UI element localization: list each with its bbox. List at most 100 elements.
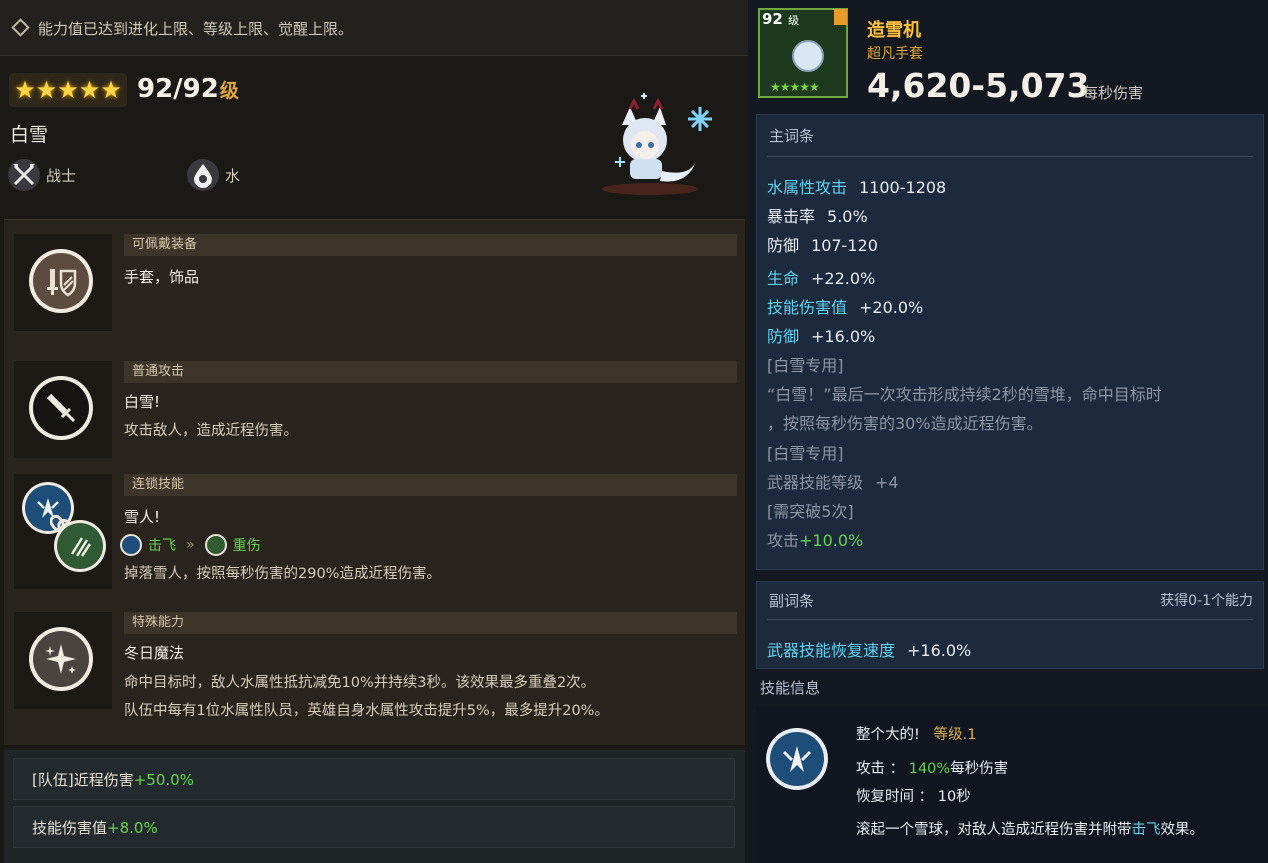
skill-attack-key: 攻击 ： bbox=[856, 761, 905, 777]
skill-attack-row: 攻击 ： 140%每秒伤害 bbox=[856, 757, 1008, 778]
stat-value: +20.0% bbox=[859, 298, 924, 317]
sub-options-header: 副词条 bbox=[769, 592, 815, 610]
water-drop-icon bbox=[187, 159, 219, 191]
exclusive-desc: “白雪！”最后一次攻击形成持续2秒的雪堆，命中目标时 bbox=[767, 385, 1162, 404]
stat-row: 水属性攻击 1100-1208 bbox=[767, 174, 946, 198]
sparkle-icon bbox=[29, 627, 93, 691]
hero-class: 战士 bbox=[8, 159, 76, 191]
hero-level-unit: 级 bbox=[219, 80, 239, 102]
sword-icon bbox=[29, 376, 93, 440]
team-bonus-row: [队伍]近程伤害+50.0% bbox=[13, 758, 735, 800]
exclusive-desc: ，按照每秒伤害的30%造成近程伤害。 bbox=[767, 414, 1043, 433]
item-damage-label: 每秒伤害 bbox=[1083, 84, 1144, 102]
stat-key: 生命 bbox=[767, 269, 800, 288]
stat-key: 武器技能等级 bbox=[767, 473, 864, 492]
stat-row: 技能伤害值 +20.0% bbox=[767, 294, 923, 318]
hero-class-label: 战士 bbox=[46, 166, 77, 185]
skill-desc-keyword: 击飞 bbox=[1131, 822, 1161, 838]
stat-key: 攻击 bbox=[767, 531, 800, 550]
item-stars: ★★★★★ bbox=[770, 80, 820, 94]
hero-level: 92/92级 bbox=[137, 74, 239, 104]
stat-row: 武器技能恢复速度 +16.0% bbox=[767, 637, 971, 661]
heavy-wound-icon bbox=[54, 520, 106, 572]
item-type: 超凡手套 bbox=[867, 46, 923, 62]
heavy-wound-tag-icon bbox=[204, 534, 227, 556]
team-bonus-value: +50.0% bbox=[133, 771, 194, 789]
skill-name-row: 整个大的! 等级.1 bbox=[856, 723, 976, 744]
equip-types: 手套，饰品 bbox=[124, 268, 200, 286]
skill-attack-pct: 140% bbox=[908, 761, 951, 777]
hero-element-label: 水 bbox=[225, 166, 241, 185]
item-level-unit: 级 bbox=[788, 14, 800, 27]
item-level-value: 92 bbox=[762, 10, 783, 28]
stat-key: 武器技能恢复速度 bbox=[767, 641, 896, 660]
chain-icon-box bbox=[14, 474, 112, 589]
hero-level-value: 92/92 bbox=[137, 74, 219, 104]
star-icons: ★★★★★ bbox=[14, 76, 122, 104]
exclusive-label: [白雪专用] bbox=[767, 356, 844, 375]
limit-break-requirement: [需突破5次] bbox=[767, 502, 854, 521]
skill-attack-unit: 每秒伤害 bbox=[950, 761, 1009, 777]
weapon-skill-icon bbox=[766, 728, 828, 790]
team-bonus-row: 技能伤害值+8.0% bbox=[13, 806, 735, 848]
equip-section: 可佩戴装备 手套，饰品 bbox=[14, 234, 737, 332]
normal-attack-header: 普通攻击 bbox=[124, 361, 737, 383]
skill-desc-text: 滚起一个雪球，对敌人造成近程伤害并附带 bbox=[856, 822, 1132, 838]
stat-value: +16.0% bbox=[907, 641, 972, 660]
stat-row: 暴击率 5.0% bbox=[767, 203, 868, 227]
main-options-header: 主词条 bbox=[769, 127, 815, 145]
glove-icon bbox=[792, 40, 824, 72]
launch-tag-label: 击飞 bbox=[148, 538, 176, 554]
special-ability-desc-2: 队伍中每有1位水属性队员，英雄自身水属性攻击提升5%，最多提升20%。 bbox=[124, 703, 609, 719]
hero-name: 白雪 bbox=[10, 124, 49, 146]
main-options-box: 主词条 水属性攻击 1100-1208 暴击率 5.0% 防御 107-120 生命 +… bbox=[756, 114, 1264, 570]
chain-skill-section: 连锁技能 雪人! 击飞 » 重伤 掉落雪人，按照每秒伤害的290%造成近程伤害。 bbox=[14, 474, 737, 589]
chain-skill-header: 连锁技能 bbox=[124, 474, 737, 496]
heavy-wound-tag-label: 重伤 bbox=[232, 538, 261, 554]
skill-info-header: 技能信息 bbox=[760, 679, 821, 697]
skill-info-box: 整个大的! 等级.1 攻击 ： 140%每秒伤害 恢复时间 ： 10秒 滚起一个… bbox=[756, 706, 1268, 863]
limit-notice-text: 能力值已达到进化上限、等级上限、觉醒上限。 bbox=[38, 20, 354, 38]
sub-options-box: 副词条 获得0-1个能力 武器技能恢复速度 +16.0% bbox=[756, 581, 1264, 669]
attack-bonus: 攻击+10.0% bbox=[767, 527, 863, 551]
bookmark-icon bbox=[834, 9, 847, 25]
special-icon-box bbox=[14, 612, 112, 709]
hero-sprite bbox=[600, 85, 730, 205]
special-ability-section: 特殊能力 冬日魔法 命中目标时，敌人水属性抵抗减免10%并持续3秒。该效果最多重… bbox=[14, 612, 737, 732]
normal-attack-title: 白雪! bbox=[124, 393, 161, 411]
skill-cooldown-row: 恢复时间 ： 10秒 bbox=[856, 785, 971, 806]
launch-tag-icon bbox=[120, 534, 142, 556]
sub-options-hint: 获得0-1个能力 bbox=[1160, 593, 1253, 609]
stat-key: 防御 bbox=[767, 327, 800, 346]
abilities-panel: 可佩戴装备 手套，饰品 普通攻击 白雪! 攻击敌人，造成近程伤害。 连锁技能 雪… bbox=[4, 219, 745, 745]
equipment-icon bbox=[29, 249, 93, 313]
diamond-icon bbox=[11, 18, 30, 37]
stat-value: +10.0% bbox=[799, 531, 864, 550]
stat-value: +22.0% bbox=[811, 269, 876, 288]
team-bonus-label: 技能伤害值 bbox=[32, 819, 108, 837]
stat-value: 5.0% bbox=[827, 207, 868, 226]
item-damage: 4,620-5,073 bbox=[867, 66, 1090, 105]
team-bonus-value: +8.0% bbox=[107, 819, 158, 837]
skill-desc: 滚起一个雪球，对敌人造成近程伤害并附带击飞效果。 bbox=[856, 818, 1204, 839]
stat-row: 防御 +16.0% bbox=[767, 323, 875, 347]
special-ability-title: 冬日魔法 bbox=[124, 644, 185, 662]
stat-value: +4 bbox=[875, 473, 899, 492]
stat-value: +16.0% bbox=[811, 327, 876, 346]
skill-name: 整个大的! bbox=[856, 727, 920, 743]
chain-skill-title: 雪人! bbox=[124, 508, 161, 526]
stat-row: 防御 107-120 bbox=[767, 232, 878, 256]
weapon-skill-level: 武器技能等级 +4 bbox=[767, 469, 899, 493]
stat-row: 生命 +22.0% bbox=[767, 265, 875, 289]
hero-stars: ★★★★★ bbox=[9, 73, 127, 107]
stat-key: 技能伤害值 bbox=[767, 298, 848, 317]
skill-desc-text: 效果。 bbox=[1160, 822, 1205, 838]
stat-key: 水属性攻击 bbox=[767, 178, 848, 197]
normal-attack-section: 普通攻击 白雪! 攻击敌人，造成近程伤害。 bbox=[14, 361, 737, 459]
skill-level: 等级.1 bbox=[933, 727, 977, 743]
stat-key: 防御 bbox=[767, 236, 800, 255]
skill-cooldown-value: 10秒 bbox=[937, 789, 971, 805]
item-thumbnail[interactable]: 92 级 ★★★★★ bbox=[758, 8, 848, 98]
stat-value: 107-120 bbox=[811, 236, 878, 255]
chain-arrow-icon: » bbox=[186, 537, 195, 553]
